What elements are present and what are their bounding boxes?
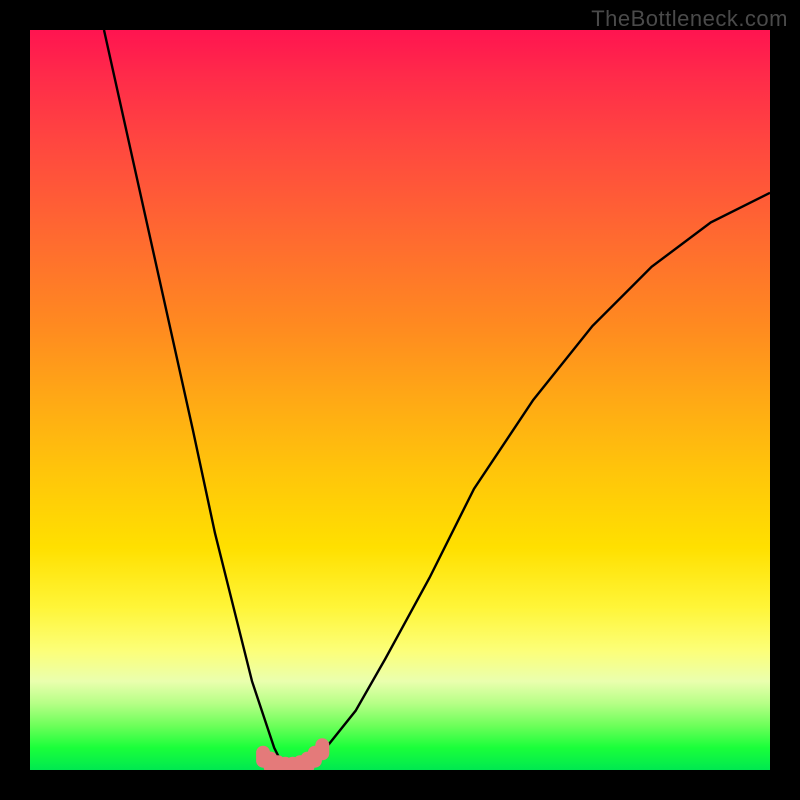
right-arm-path bbox=[296, 193, 770, 770]
plot-area bbox=[30, 30, 770, 770]
curve-overlay bbox=[30, 30, 770, 770]
bottom-markers-group bbox=[256, 738, 329, 770]
chart-container: TheBottleneck.com bbox=[0, 0, 800, 800]
trough-marker bbox=[315, 738, 329, 760]
watermark-text: TheBottleneck.com bbox=[591, 6, 788, 32]
left-arm-path bbox=[104, 30, 296, 770]
